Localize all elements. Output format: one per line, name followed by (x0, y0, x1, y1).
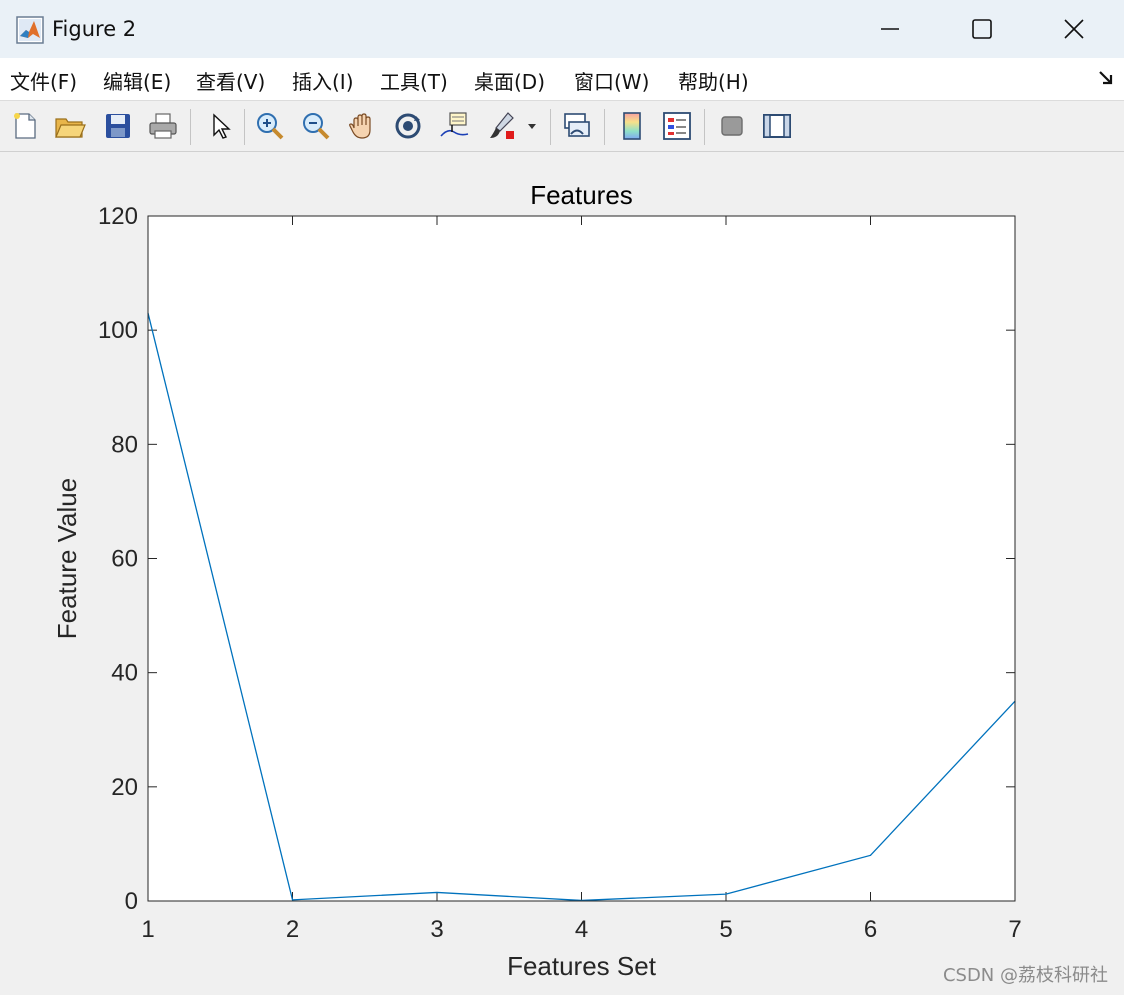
close-button[interactable] (1028, 0, 1120, 58)
menu-help[interactable]: 帮助(H) (678, 66, 749, 95)
y-tick-label: 80 (111, 431, 138, 458)
toolbar-separator (244, 109, 245, 145)
colorbar-icon (623, 112, 641, 140)
legend-button[interactable] (659, 108, 695, 144)
rotate-3d-icon (395, 113, 421, 139)
menu-window[interactable]: 窗口(W) (574, 66, 649, 95)
menu-tools[interactable]: 工具(T) (380, 66, 448, 95)
toolbar-separator (190, 109, 191, 145)
link-plot-icon (564, 113, 590, 137)
print-button[interactable] (145, 108, 181, 144)
maximize-icon (972, 19, 992, 39)
minimize-icon (881, 28, 899, 30)
y-tick-label: 40 (111, 660, 138, 687)
close-icon (1064, 19, 1084, 39)
menu-bar: 文件(F) 编辑(E) 查看(V) 插入(I) 工具(T) 桌面(D) 窗口(W… (0, 58, 1124, 101)
figure-canvas[interactable]: 1 2 3 4 5 6 7 0 20 40 60 80 100 120 Features Features… (0, 152, 1124, 995)
save-button[interactable] (100, 108, 136, 144)
minimize-button[interactable] (844, 0, 936, 58)
maximize-button[interactable] (936, 0, 1028, 58)
hide-plot-tools-button[interactable] (714, 108, 750, 144)
pointer-button[interactable] (202, 108, 238, 144)
y-tick-label: 100 (98, 317, 138, 344)
save-icon (106, 114, 130, 138)
x-tick-label: 7 (1008, 916, 1021, 943)
new-figure-icon (14, 113, 36, 139)
x-tick-label: 1 (141, 916, 154, 943)
x-tick-label: 2 (286, 916, 299, 943)
dropdown-arrow-icon (528, 124, 536, 129)
x-tick-label: 3 (430, 916, 443, 943)
legend-icon (663, 112, 691, 140)
data-cursor-button[interactable] (436, 108, 472, 144)
menu-file[interactable]: 文件(F) (10, 66, 77, 95)
data-point[interactable] (436, 891, 438, 894)
toolbar-separator (704, 109, 705, 145)
brush-icon (490, 112, 514, 139)
new-figure-button[interactable] (7, 108, 43, 144)
brush-dropdown-button[interactable] (522, 108, 542, 144)
y-tick-label: 20 (111, 774, 138, 801)
figure-toolbar (0, 101, 1124, 152)
pan-icon (349, 113, 371, 139)
zoom-in-icon (257, 113, 284, 140)
open-file-button[interactable] (52, 108, 88, 144)
y-tick-label: 0 (125, 888, 138, 915)
menu-edit[interactable]: 编辑(E) (103, 66, 171, 95)
show-plot-tools-icon (763, 114, 791, 138)
colorbar-button[interactable] (614, 108, 650, 144)
line-chart[interactable]: 1 2 3 4 5 6 7 0 20 40 60 80 100 120 Features Features… (0, 152, 1124, 995)
window-title: Figure 2 (52, 17, 137, 41)
rotate-3d-button[interactable] (390, 108, 426, 144)
y-tick-label: 120 (98, 203, 138, 230)
zoom-out-button[interactable] (298, 108, 334, 144)
data-cursor-icon (440, 112, 469, 137)
toolbar-separator (604, 109, 605, 145)
hide-plot-tools-icon (721, 116, 743, 136)
x-axis-label: Features Set (507, 951, 657, 981)
y-axis-label: Feature Value (52, 478, 82, 639)
link-plot-button[interactable] (559, 108, 595, 144)
data-point[interactable] (869, 854, 872, 856)
pointer-icon (213, 113, 231, 139)
toolbar-separator (550, 109, 551, 145)
menu-desktop[interactable]: 桌面(D) (474, 66, 545, 95)
print-icon (149, 113, 177, 139)
zoom-out-icon (303, 113, 330, 140)
data-point[interactable] (291, 899, 294, 901)
x-tick-label: 5 (719, 916, 732, 943)
menu-insert[interactable]: 插入(I) (292, 66, 354, 95)
x-tick-label: 4 (575, 916, 588, 943)
data-point[interactable] (725, 893, 727, 895)
title-bar: Figure 2 (0, 0, 1124, 59)
y-tick-label: 60 (111, 546, 138, 573)
zoom-in-button[interactable] (252, 108, 288, 144)
x-tick-label: 6 (864, 916, 877, 943)
menu-view[interactable]: 查看(V) (196, 66, 265, 95)
chart-title: Features (530, 180, 633, 210)
axes-background (148, 216, 1015, 901)
open-file-icon (55, 118, 86, 138)
dock-arrow-icon[interactable] (1096, 68, 1116, 88)
watermark: CSDN @荔枝科研社 (942, 965, 1108, 986)
show-plot-tools-button[interactable] (759, 108, 795, 144)
matlab-icon[interactable] (16, 16, 44, 44)
brush-button[interactable] (484, 108, 520, 144)
pan-button[interactable] (344, 108, 380, 144)
